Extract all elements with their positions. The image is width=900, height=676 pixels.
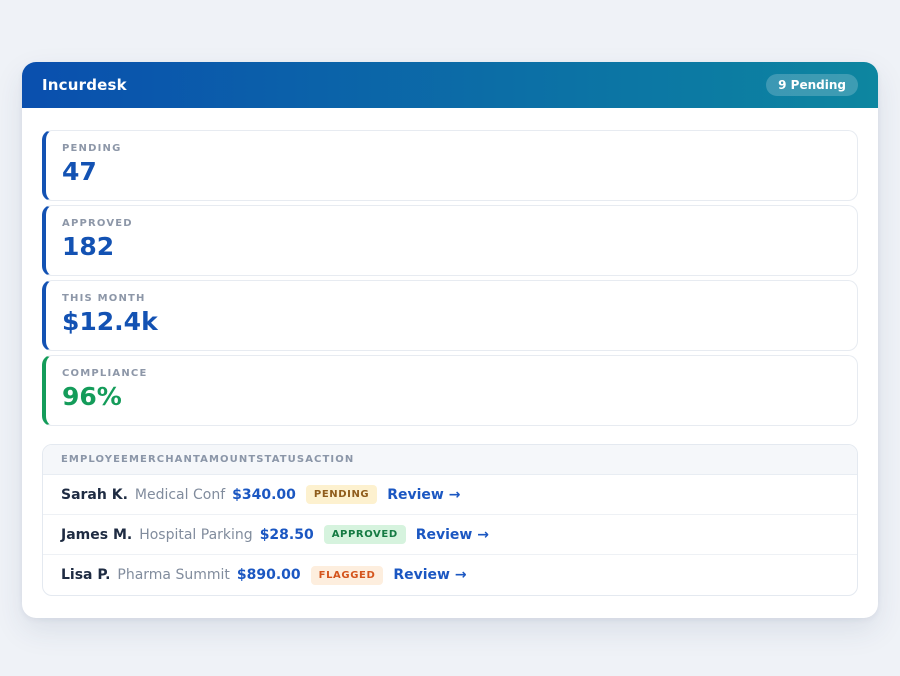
stat-label: THIS MONTH: [62, 293, 841, 304]
expense-table: EMPLOYEEMERCHANTAMOUNTSTATUSACTION Sarah…: [42, 444, 858, 596]
amount-value: $890.00: [237, 567, 301, 583]
stat-value: 96%: [62, 382, 841, 411]
amount-value: $28.50: [260, 527, 314, 543]
stats-section: PENDING 47 APPROVED 182 THIS MONTH $12.4…: [42, 130, 858, 426]
stat-label: PENDING: [62, 143, 841, 154]
table-header-cell: ACTION: [305, 454, 354, 465]
table-header-row: EMPLOYEEMERCHANTAMOUNTSTATUSACTION: [43, 445, 857, 475]
stat-value: 47: [62, 157, 841, 186]
review-link[interactable]: Review →: [416, 527, 489, 543]
stat-label: APPROVED: [62, 218, 841, 229]
table-row: James M. Hospital Parking $28.50 APPROVE…: [43, 515, 857, 555]
table-row: Sarah K. Medical Conf $340.00 PENDING Re…: [43, 475, 857, 515]
table-header-cell: EMPLOYEE: [61, 454, 129, 465]
merchant-name: Medical Conf: [135, 487, 225, 503]
app-header: Incurdesk 9 Pending: [22, 62, 878, 108]
table-header-cell: MERCHANT: [129, 454, 200, 465]
amount-value: $340.00: [232, 487, 296, 503]
employee-name: Lisa P.: [61, 567, 110, 583]
app-title: Incurdesk: [42, 76, 127, 94]
pending-count-badge: 9 Pending: [766, 74, 858, 96]
employee-name: Sarah K.: [61, 487, 128, 503]
table-body: Sarah K. Medical Conf $340.00 PENDING Re…: [43, 475, 857, 595]
status-badge: FLAGGED: [311, 566, 384, 585]
review-link[interactable]: Review →: [387, 487, 460, 503]
stat-card: COMPLIANCE 96%: [42, 355, 858, 426]
review-link[interactable]: Review →: [393, 567, 466, 583]
employee-name: James M.: [61, 527, 132, 543]
merchant-name: Pharma Summit: [117, 567, 230, 583]
stat-card: PENDING 47: [42, 130, 858, 201]
stat-value: $12.4k: [62, 307, 841, 336]
table-header-cell: STATUS: [256, 454, 305, 465]
status-badge: APPROVED: [324, 525, 406, 544]
app-main: PENDING 47 APPROVED 182 THIS MONTH $12.4…: [22, 108, 878, 618]
stat-label: COMPLIANCE: [62, 368, 841, 379]
merchant-name: Hospital Parking: [139, 527, 252, 543]
stat-value: 182: [62, 232, 841, 261]
status-badge: PENDING: [306, 485, 377, 504]
table-header-cell: AMOUNT: [200, 454, 256, 465]
table-row: Lisa P. Pharma Summit $890.00 FLAGGED Re…: [43, 555, 857, 595]
stat-card: APPROVED 182: [42, 205, 858, 276]
incurdesk-panel: Incurdesk 9 Pending PENDING 47 APPROVED …: [22, 62, 878, 618]
stat-card: THIS MONTH $12.4k: [42, 280, 858, 351]
